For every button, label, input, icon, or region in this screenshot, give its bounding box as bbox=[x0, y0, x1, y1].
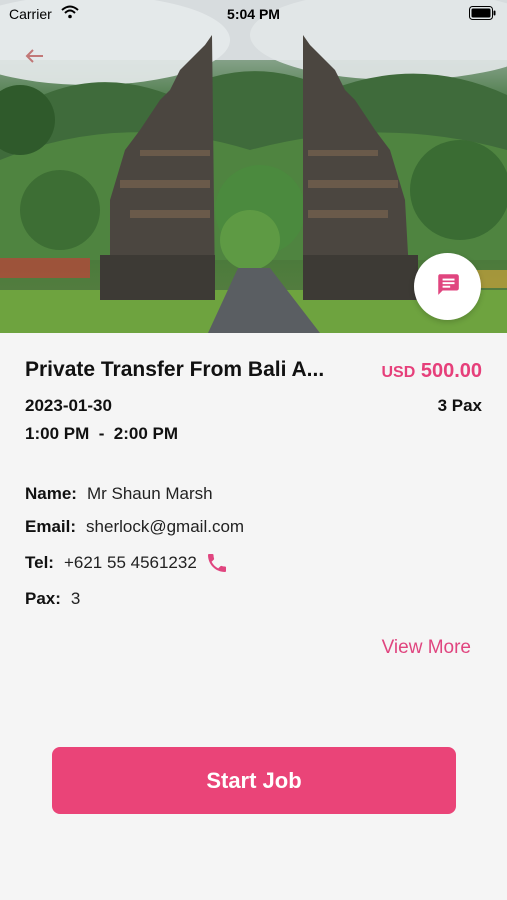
email-label: Email: bbox=[25, 517, 77, 536]
price-currency: USD bbox=[381, 364, 416, 381]
start-job-button[interactable]: Start Job bbox=[52, 747, 456, 814]
email-value: sherlock@gmail.com bbox=[86, 517, 245, 536]
trip-title: Private Transfer From Bali A... bbox=[25, 358, 325, 381]
trip-time-range: 1:00 PM - 2:00 PM bbox=[25, 424, 179, 443]
trip-date: 2023-01-30 bbox=[25, 396, 112, 415]
pax-label: Pax: bbox=[25, 589, 61, 608]
clock: 5:04 PM bbox=[227, 6, 280, 22]
view-more-link[interactable]: View More bbox=[382, 637, 471, 659]
customer-pax-row: Pax: 3 bbox=[25, 589, 80, 609]
chat-icon bbox=[435, 271, 461, 302]
trip-price: USD 500.00 bbox=[381, 360, 482, 383]
battery-icon bbox=[469, 6, 497, 23]
price-amount: 500.00 bbox=[420, 360, 482, 382]
pax-summary: 3 Pax bbox=[437, 396, 482, 415]
customer-name-row: Name: Mr Shaun Marsh bbox=[25, 484, 213, 504]
phone-icon[interactable] bbox=[205, 551, 229, 575]
customer-tel-row: Tel: +621 55 4561232 bbox=[25, 551, 229, 575]
chat-button[interactable] bbox=[414, 253, 481, 320]
status-bar: Carrier 5:04 PM bbox=[0, 0, 507, 28]
name-label: Name: bbox=[25, 484, 77, 503]
back-arrow-icon[interactable] bbox=[24, 48, 44, 69]
customer-email-row: Email: sherlock@gmail.com bbox=[25, 517, 244, 537]
tel-value: +621 55 4561232 bbox=[63, 553, 197, 572]
pax-value: 3 bbox=[70, 589, 81, 608]
tel-label: Tel: bbox=[25, 553, 54, 572]
name-value: Mr Shaun Marsh bbox=[86, 484, 213, 503]
